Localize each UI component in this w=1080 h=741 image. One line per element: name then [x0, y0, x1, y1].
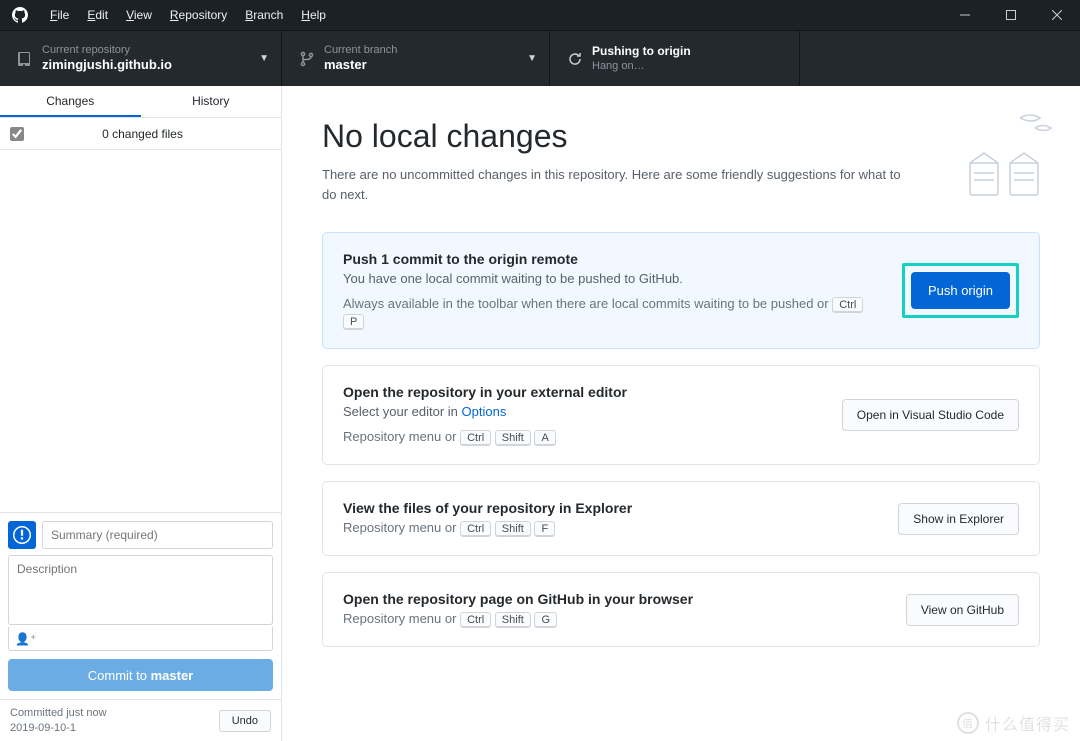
add-coauthors[interactable]: 👤⁺ [8, 627, 273, 651]
close-button[interactable] [1034, 0, 1080, 30]
current-branch-dropdown[interactable]: Current branch master ▼ [282, 31, 550, 86]
card-subtitle: Select your editor in Options [343, 404, 826, 419]
repo-value: zimingjushi.github.io [42, 57, 172, 74]
sync-icon [562, 51, 588, 67]
last-commit-footer: Committed just now 2019-09-10-1 Undo [0, 699, 281, 741]
footer-commit-name: 2019-09-10-1 [10, 721, 219, 735]
keyboard-key: F [534, 521, 555, 537]
branch-value: master [324, 57, 397, 74]
options-link[interactable]: Options [462, 404, 507, 419]
avatar [8, 521, 36, 549]
summary-input[interactable] [42, 521, 273, 549]
keyboard-key: Ctrl [460, 521, 491, 537]
menu-edit[interactable]: Edit [87, 8, 108, 22]
description-input[interactable] [8, 555, 273, 625]
tab-history[interactable]: History [141, 86, 282, 117]
card-hint: Repository menu or Ctrl Shift F [343, 520, 882, 537]
push-status[interactable]: Pushing to origin Hang on… [550, 31, 800, 86]
keyboard-key: Shift [495, 612, 531, 628]
repo-icon [12, 51, 38, 67]
branch-label: Current branch [324, 43, 397, 57]
current-repository-dropdown[interactable]: Current repository zimingjushi.github.io… [0, 31, 282, 86]
changed-files-header: 0 changed files [0, 118, 281, 150]
menu-view[interactable]: View [126, 8, 152, 22]
suggestion-card: Open the repository in your external edi… [322, 365, 1040, 465]
titlebar: File Edit View Repository Branch Help [0, 0, 1080, 30]
card-action-button[interactable]: View on GitHub [906, 594, 1019, 626]
sidebar-tabs: Changes History [0, 86, 281, 118]
card-hint: Repository menu or Ctrl Shift A [343, 429, 826, 446]
toolbar: Current repository zimingjushi.github.io… [0, 30, 1080, 86]
watermark: 值 什么值得买 [957, 711, 1070, 735]
keyboard-key: Shift [495, 430, 531, 446]
keyboard-key: A [534, 430, 555, 446]
card-title: Open the repository page on GitHub in yo… [343, 591, 890, 607]
keyboard-key: G [534, 612, 557, 628]
card-title: Open the repository in your external edi… [343, 384, 826, 400]
menubar: File Edit View Repository Branch Help [40, 8, 326, 22]
page-title: No local changes [322, 118, 1040, 155]
suggestion-card: Open the repository page on GitHub in yo… [322, 572, 1040, 647]
suggestion-card: Push 1 commit to the origin remote You ha… [322, 232, 1040, 349]
branch-icon [294, 51, 320, 67]
menu-help[interactable]: Help [301, 8, 326, 22]
push-label: Pushing to origin [592, 44, 691, 60]
keyboard-key: Ctrl [460, 612, 491, 628]
card-hint: Always available in the toolbar when the… [343, 296, 886, 330]
footer-status: Committed just now [10, 706, 219, 720]
keyboard-key: P [343, 314, 364, 330]
minimize-button[interactable] [942, 0, 988, 30]
chevron-down-icon: ▼ [259, 53, 269, 64]
card-action-button[interactable]: Push origin [911, 272, 1010, 309]
menu-branch[interactable]: Branch [245, 8, 283, 22]
card-hint: Repository menu or Ctrl Shift G [343, 611, 890, 628]
card-action-button[interactable]: Open in Visual Studio Code [842, 399, 1019, 431]
menu-file[interactable]: File [50, 8, 69, 22]
window-controls [942, 0, 1080, 30]
main-content: No local changes There are no uncommitte… [282, 86, 1080, 741]
repo-label: Current repository [42, 43, 172, 57]
chevron-down-icon: ▼ [527, 53, 537, 64]
maximize-button[interactable] [988, 0, 1034, 30]
menu-repository[interactable]: Repository [170, 8, 227, 22]
page-subtitle: There are no uncommitted changes in this… [322, 165, 902, 204]
keyboard-key: Ctrl [832, 297, 863, 313]
highlight-box: Push origin [902, 263, 1019, 318]
changed-files-count: 0 changed files [34, 127, 271, 141]
commit-button[interactable]: Commit to master [8, 659, 273, 691]
commit-form: 👤⁺ Commit to master [0, 512, 281, 699]
card-subtitle: You have one local commit waiting to be … [343, 271, 886, 286]
push-value: Hang on… [592, 59, 691, 73]
card-action-button[interactable]: Show in Explorer [898, 503, 1019, 535]
card-title: Push 1 commit to the origin remote [343, 251, 886, 267]
keyboard-key: Ctrl [460, 430, 491, 446]
tab-changes[interactable]: Changes [0, 86, 141, 117]
card-title: View the files of your repository in Exp… [343, 500, 882, 516]
undo-button[interactable]: Undo [219, 710, 271, 732]
person-plus-icon: 👤⁺ [15, 632, 36, 646]
sidebar: Changes History 0 changed files 👤⁺ Commi… [0, 86, 282, 741]
select-all-checkbox[interactable] [10, 127, 24, 141]
keyboard-key: Shift [495, 521, 531, 537]
github-logo-icon [0, 7, 40, 23]
suggestion-card: View the files of your repository in Exp… [322, 481, 1040, 556]
